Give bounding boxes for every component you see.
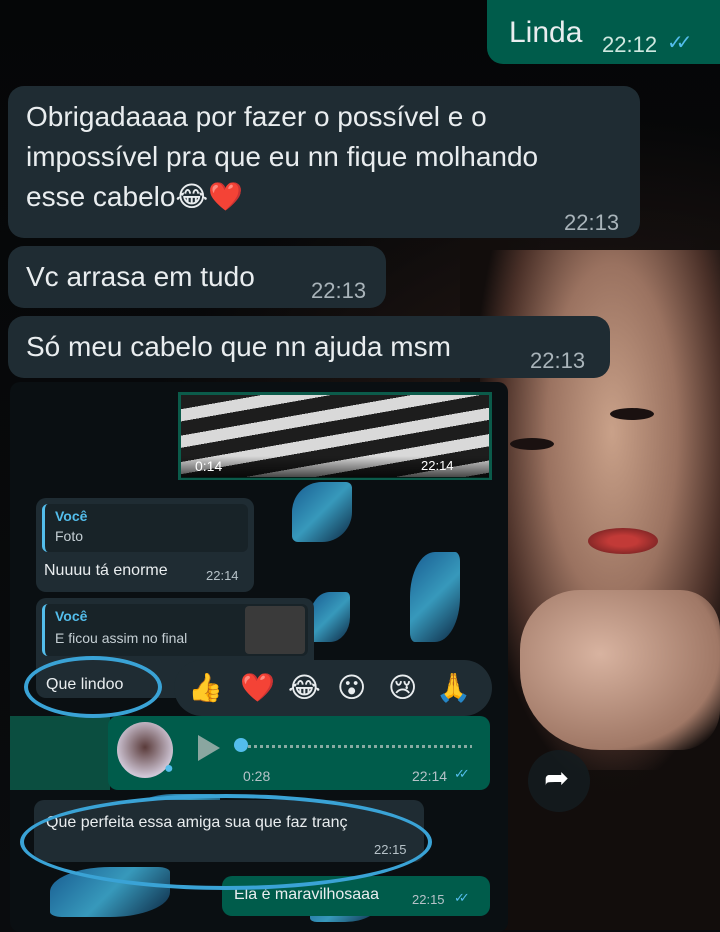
voice-time: 22:14 [412,768,448,784]
quoted-author: Você [55,508,88,524]
highlight-circle [24,656,162,718]
message-time: 22:13 [530,348,586,373]
laughing-face-icon[interactable]: 😂 [288,672,321,704]
message-time: 22:15 [412,892,445,907]
photo-eye-left [510,438,554,450]
photo-lips [588,528,658,554]
video-duration: 0:14 [195,458,223,474]
play-icon[interactable] [198,735,220,761]
butterfly-decoration [310,592,350,642]
surprised-face-icon[interactable]: 😮 [337,672,366,704]
quoted-author: Você [55,608,88,624]
butterfly-decoration [292,482,352,542]
message-time: 22:13 [311,278,367,303]
message-out-linda[interactable]: Linda 22:12 ✓✓ [487,0,720,64]
double-check-icon: ✓✓ [454,766,470,781]
heart-icon[interactable]: ❤️ [240,672,275,704]
voice-progress-handle[interactable] [234,738,248,752]
video-time: 22:14 [421,458,454,473]
message-time: 22:12 [602,32,658,57]
message-text: Nuuuu tá enorme [44,562,168,579]
selected-row-highlight [10,716,110,790]
message-in-cabelo[interactable]: Só meu cabelo que nn ajuda msm 22:13 [8,316,610,378]
photo-eye-right [610,408,654,420]
quoted-text: Foto [55,528,84,544]
message-text-line3: esse cabelo😂❤️ [26,181,244,212]
message-time: 22:14 [206,568,239,583]
mic-icon: ● [164,760,174,777]
voice-waveform[interactable] [236,745,472,748]
quoted-photo-thumbnail [245,606,305,654]
reply-message-foto[interactable]: Você Foto Nuuuu tá enorme 22:14 [36,498,254,592]
voice-duration: 0:28 [243,768,271,784]
message-text-line2: impossível pra que eu nn fique molhando [26,141,539,172]
crying-face-icon[interactable]: 😢 [388,672,417,704]
butterfly-decoration [410,552,460,642]
message-text: Vc arrasa em tudo [26,261,255,292]
message-text: Só meu cabelo que nn ajuda msm [26,331,451,362]
quoted-message[interactable]: Você E ficou assim no final [42,604,308,656]
quoted-message[interactable]: Você Foto [42,504,248,552]
message-time: 22:13 [564,210,620,235]
message-text-line1: Obrigadaaaa por fazer o possível e o [26,101,487,132]
praying-hands-icon[interactable]: 🙏 [436,672,471,704]
highlight-circle [20,794,432,890]
message-in-arrasa[interactable]: Vc arrasa em tudo 22:13 [8,246,386,308]
message-in-obrigada[interactable]: Obrigadaaaa por fazer o possível e o imp… [8,86,640,238]
double-check-icon: ✓✓ [667,32,692,54]
thumbs-up-icon[interactable]: 👍 [188,672,223,704]
double-check-icon: ✓✓ [454,890,470,905]
quoted-text: E ficou assim no final [55,630,188,646]
photo-hand [520,590,720,750]
share-arrow-icon: ➦ [544,762,570,795]
video-info-bar: 0:14 22:14 [181,456,489,478]
message-text: Linda [509,16,583,49]
